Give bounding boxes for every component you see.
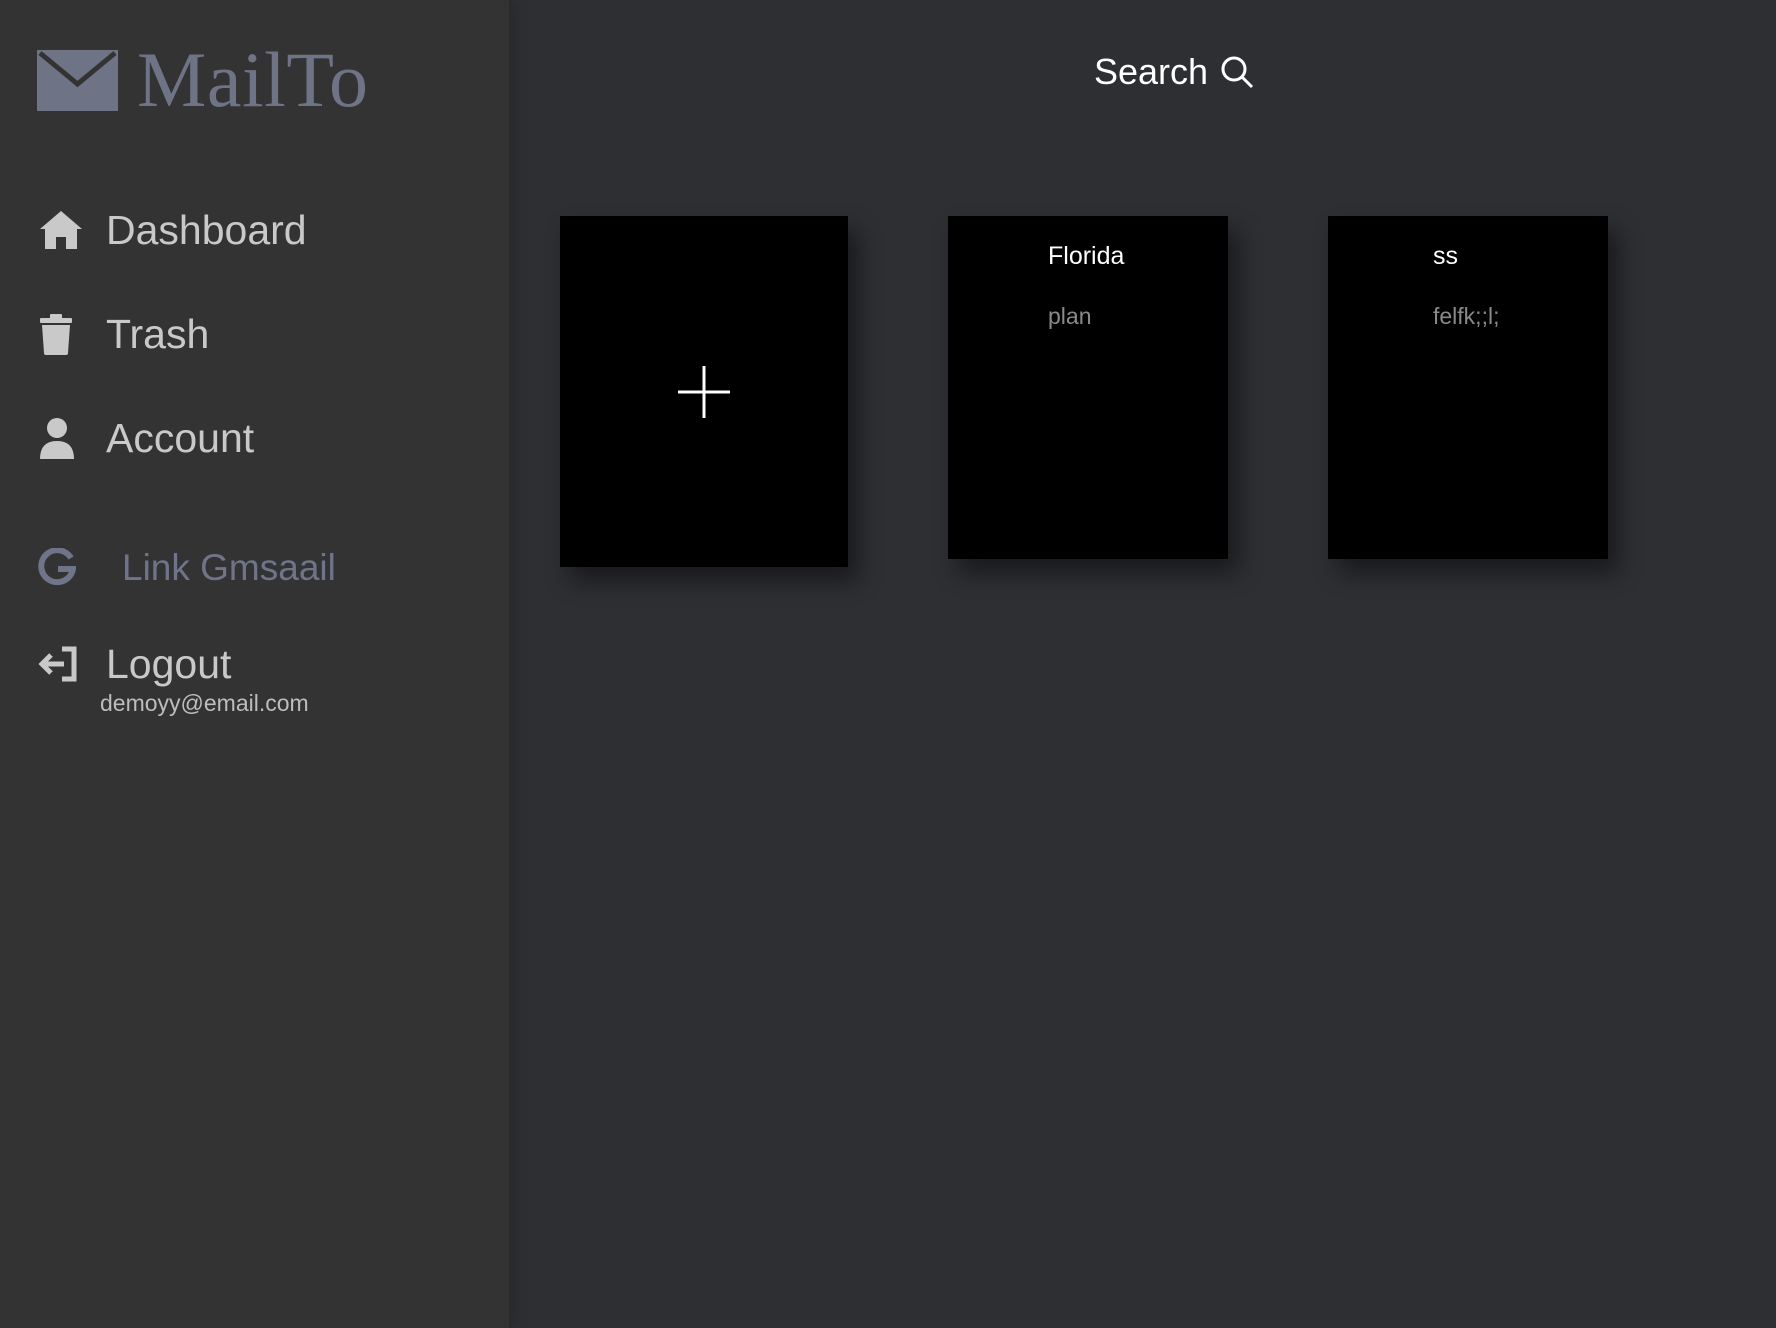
search-button[interactable]: Search	[1094, 54, 1254, 90]
new-note-card[interactable]	[560, 216, 848, 567]
note-body: plan	[1048, 303, 1092, 329]
sidebar-item-label: Dashboard	[106, 206, 307, 253]
note-card[interactable]: Florida plan	[948, 216, 1228, 559]
sidebar-item-label: Logout	[106, 640, 232, 687]
sidebar-item-account[interactable]: Account	[38, 415, 254, 461]
note-body: felfk;;l;	[1433, 303, 1500, 329]
link-gmail-label: Link Gmsaail	[122, 546, 336, 588]
note-title: ss	[1433, 242, 1458, 270]
home-icon	[38, 207, 86, 253]
logout-icon	[38, 641, 86, 687]
search-label: Search	[1094, 51, 1209, 92]
note-title: Florida	[1048, 242, 1125, 270]
user-email: demoyy@email.com	[100, 690, 309, 716]
sidebar-item-label: Trash	[106, 310, 210, 357]
envelope-icon	[37, 49, 118, 111]
app-root: MailTo Dashboard Trash Account Link Gmsa…	[0, 0, 1776, 1328]
sidebar-item-label: Account	[106, 414, 255, 461]
plus-icon	[678, 365, 730, 418]
user-icon	[38, 415, 86, 461]
google-icon	[38, 544, 86, 590]
search-icon	[1221, 56, 1254, 89]
sidebar: MailTo Dashboard Trash Account Link Gmsa…	[0, 0, 509, 1328]
trash-icon	[38, 311, 86, 357]
sidebar-item-trash[interactable]: Trash	[38, 311, 209, 357]
note-card[interactable]: ss felfk;;l;	[1328, 216, 1608, 559]
brand-logo[interactable]: MailTo	[37, 40, 369, 120]
sidebar-item-dashboard[interactable]: Dashboard	[38, 207, 307, 253]
link-gmail-button[interactable]: Link Gmsaail	[38, 544, 336, 590]
main-content: Search Florida plan ss felfk;;l;	[509, 0, 1776, 1328]
logout-button[interactable]: Logout	[38, 641, 231, 687]
brand-name: MailTo	[137, 36, 369, 123]
